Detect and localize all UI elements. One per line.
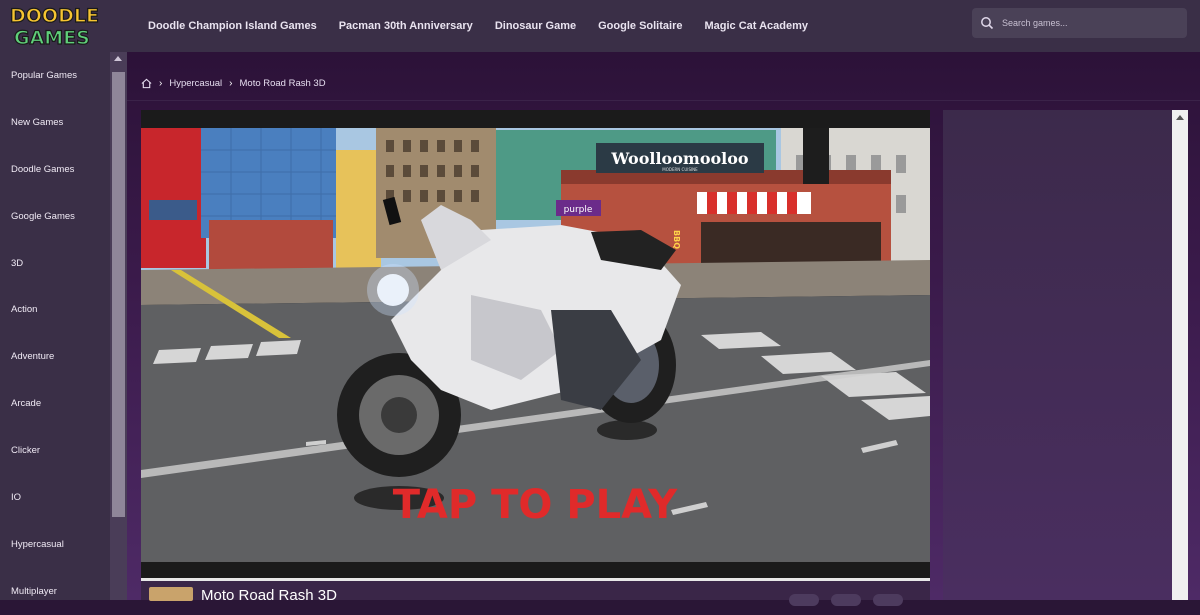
dislike-button[interactable] — [831, 594, 861, 606]
search-box[interactable] — [972, 8, 1187, 38]
breadcrumb: › Hypercasual › Moto Road Rash 3D — [141, 76, 326, 90]
tap-to-play-text[interactable]: TAP TO PLAY — [393, 482, 679, 528]
nav-link-pacman-30th[interactable]: Pacman 30th Anniversary — [339, 20, 473, 32]
sidebar-scrollbar[interactable] — [110, 52, 127, 600]
search-icon — [981, 17, 994, 30]
shop-sign-text: purple — [564, 205, 593, 215]
right-panel-scrollbar[interactable] — [1172, 110, 1188, 600]
sidebar-item-google-games[interactable]: Google Games — [0, 193, 110, 240]
bbq-sign-text: BBQ — [672, 230, 681, 249]
game-progress-line — [141, 578, 930, 581]
scroll-up-arrow-icon[interactable] — [1176, 115, 1184, 120]
sidebar-item-adventure[interactable]: Adventure — [0, 333, 110, 380]
game-info-bar: Moto Road Rash 3D — [141, 578, 930, 606]
sidebar: Popular Games New Games Doodle Games Goo… — [0, 52, 110, 600]
game-title: Moto Road Rash 3D — [201, 587, 337, 604]
nav-link-google-solitaire[interactable]: Google Solitaire — [598, 20, 682, 32]
sidebar-item-doodle-games[interactable]: Doodle Games — [0, 146, 110, 193]
nav-link-magic-cat-academy[interactable]: Magic Cat Academy — [704, 20, 808, 32]
nav-link-dinosaur-game[interactable]: Dinosaur Game — [495, 20, 576, 32]
nav-link-doodle-champion-island[interactable]: Doodle Champion Island Games — [148, 20, 317, 32]
logo-line2: GAMES — [14, 27, 90, 48]
top-header: DOODLE GAMES Doodle Champion Island Game… — [0, 0, 1200, 53]
right-side-panel — [943, 110, 1173, 600]
search-input[interactable] — [1000, 17, 1174, 29]
red-building — [141, 128, 206, 268]
breadcrumb-divider — [127, 100, 1200, 101]
sidebar-item-hypercasual[interactable]: Hypercasual — [0, 521, 110, 568]
sidebar-item-clicker[interactable]: Clicker — [0, 427, 110, 474]
chevron-right-icon: › — [159, 77, 163, 89]
restaurant-sign-text: Woolloomooloo — [610, 149, 749, 168]
top-nav: Doodle Champion Island Games Pacman 30th… — [148, 0, 830, 52]
sidebar-item-new-games[interactable]: New Games — [0, 99, 110, 146]
chevron-right-icon: › — [229, 77, 233, 89]
restaurant-sign-sub: MODERN CUISINE — [662, 167, 698, 172]
doodle-games-logo[interactable]: DOODLE GAMES — [8, 2, 116, 48]
breadcrumb-current: Moto Road Rash 3D — [239, 77, 326, 89]
sidebar-item-popular-games[interactable]: Popular Games — [0, 52, 110, 99]
sidebar-item-multiplayer[interactable]: Multiplayer — [0, 568, 110, 615]
scroll-up-arrow-icon[interactable] — [114, 56, 122, 61]
home-icon[interactable] — [141, 78, 152, 89]
sidebar-scroll-thumb[interactable] — [112, 72, 125, 517]
breadcrumb-category[interactable]: Hypercasual — [169, 78, 222, 89]
game-frame[interactable]: Woolloomooloo MODERN CUISINE purple BBQ — [141, 110, 930, 580]
like-button[interactable] — [789, 594, 819, 606]
sidebar-item-io[interactable]: IO — [0, 474, 110, 521]
sidebar-item-arcade[interactable]: Arcade — [0, 380, 110, 427]
sidebar-item-3d[interactable]: 3D — [0, 240, 110, 287]
game-canvas[interactable]: Woolloomooloo MODERN CUISINE purple BBQ — [141, 110, 930, 580]
logo-line1: DOODLE — [10, 5, 99, 27]
game-thumbnail — [149, 587, 193, 601]
sidebar-item-action[interactable]: Action — [0, 286, 110, 333]
fullscreen-button[interactable] — [873, 594, 903, 606]
